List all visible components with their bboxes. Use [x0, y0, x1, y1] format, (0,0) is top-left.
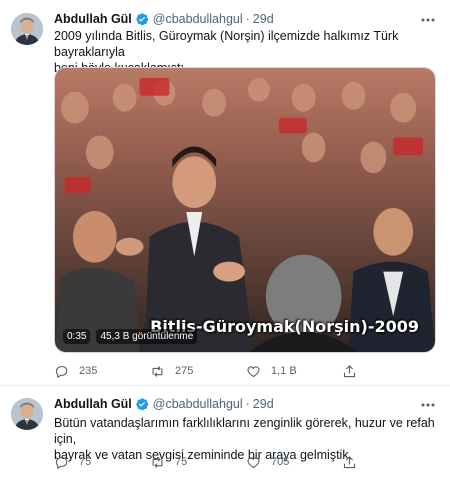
like-icon — [247, 365, 260, 377]
verified-badge-icon — [135, 397, 149, 411]
more-dots-icon[interactable] — [418, 397, 438, 413]
tweet[interactable]: Abdullah Gül @cbabdullahgul · 29d Bütün … — [0, 386, 450, 480]
author-name[interactable]: Abdullah Gül — [54, 397, 132, 411]
share-button[interactable] — [342, 455, 382, 470]
share-icon — [343, 455, 356, 468]
avatar[interactable] — [11, 13, 43, 45]
reply-button[interactable]: 235 — [54, 364, 150, 379]
like-icon — [247, 456, 260, 468]
share-icon — [343, 364, 356, 377]
reply-count: 235 — [79, 365, 98, 377]
like-count: 1,1 B — [271, 365, 297, 377]
like-button[interactable]: 705 — [246, 455, 342, 470]
timestamp[interactable]: 29d — [253, 12, 274, 26]
video-thumbnail — [55, 68, 435, 352]
more-dots-icon[interactable] — [418, 12, 438, 28]
video-views: 45,3 B görüntülenme — [96, 329, 198, 344]
reply-button[interactable]: 75 — [54, 455, 150, 470]
reply-icon — [55, 456, 68, 469]
video-meta: 0:35 45,3 B görüntülenme — [63, 329, 198, 344]
retweet-button[interactable]: 75 — [150, 455, 246, 470]
share-button[interactable] — [342, 364, 382, 379]
like-count: 705 — [271, 456, 290, 468]
tweet-actions: 75 75 705 — [54, 453, 384, 471]
timestamp[interactable]: 29d — [253, 397, 274, 411]
author-name[interactable]: Abdullah Gül — [54, 12, 132, 26]
verified-badge-icon — [135, 12, 149, 26]
separator-dot: · — [245, 12, 250, 26]
tweet-header: Abdullah Gül @cbabdullahgul · 29d — [54, 395, 274, 413]
author-handle[interactable]: @cbabdullahgul — [153, 397, 243, 411]
retweet-count: 275 — [175, 365, 194, 377]
tweet[interactable]: Abdullah Gül @cbabdullahgul · 29d 2009 y… — [0, 0, 450, 385]
reply-icon — [55, 365, 68, 378]
tweet-header: Abdullah Gül @cbabdullahgul · 29d — [54, 10, 274, 28]
video-duration: 0:35 — [63, 329, 91, 344]
retweet-icon — [152, 456, 163, 468]
separator-dot: · — [245, 397, 250, 411]
retweet-button[interactable]: 275 — [150, 364, 246, 379]
reply-count: 75 — [79, 456, 92, 468]
retweet-count: 75 — [175, 456, 188, 468]
video-player[interactable]: Bitlis-Güroymak(Norşin)-2009 0:35 45,3 B… — [54, 67, 436, 353]
like-button[interactable]: 1,1 B — [246, 364, 342, 379]
avatar[interactable] — [11, 398, 43, 430]
author-handle[interactable]: @cbabdullahgul — [153, 12, 243, 26]
tweet-actions: 235 275 1,1 B — [54, 362, 384, 380]
retweet-icon — [152, 365, 163, 377]
